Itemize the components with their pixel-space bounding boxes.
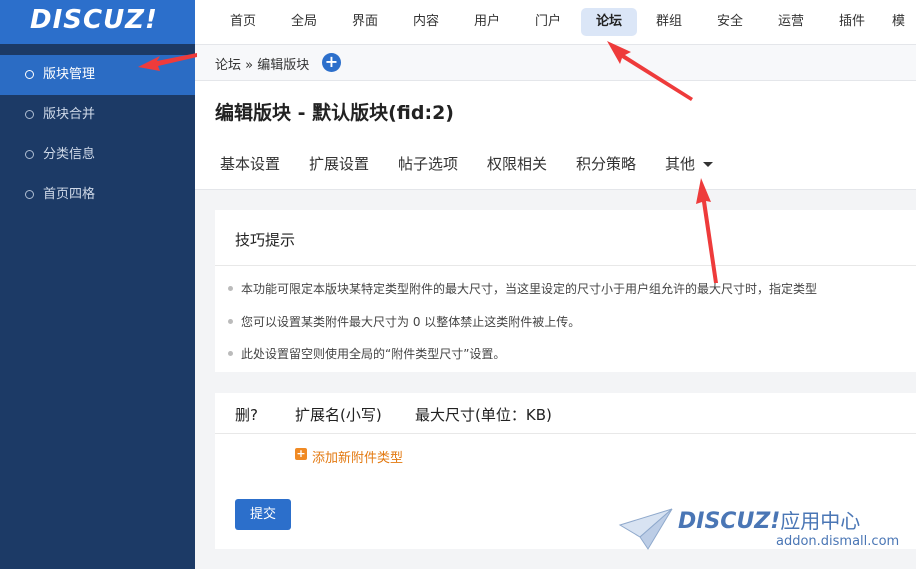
watermark-suffix: 应用中心 bbox=[780, 509, 861, 533]
watermark-url: addon.dismall.com bbox=[776, 534, 900, 549]
annotation-arrows bbox=[138, 41, 718, 283]
watermark-brand-text: DISCUZ! bbox=[678, 509, 781, 534]
paper-plane-icon bbox=[618, 508, 673, 550]
watermark: DISCUZ!应用中心 addon.dismall.com bbox=[618, 505, 908, 555]
annotation-arrow-icon bbox=[138, 53, 197, 71]
watermark-brand: DISCUZ!应用中心 bbox=[678, 505, 860, 534]
annotation-arrow-icon bbox=[607, 41, 693, 101]
annotation-arrow-icon bbox=[696, 178, 718, 283]
